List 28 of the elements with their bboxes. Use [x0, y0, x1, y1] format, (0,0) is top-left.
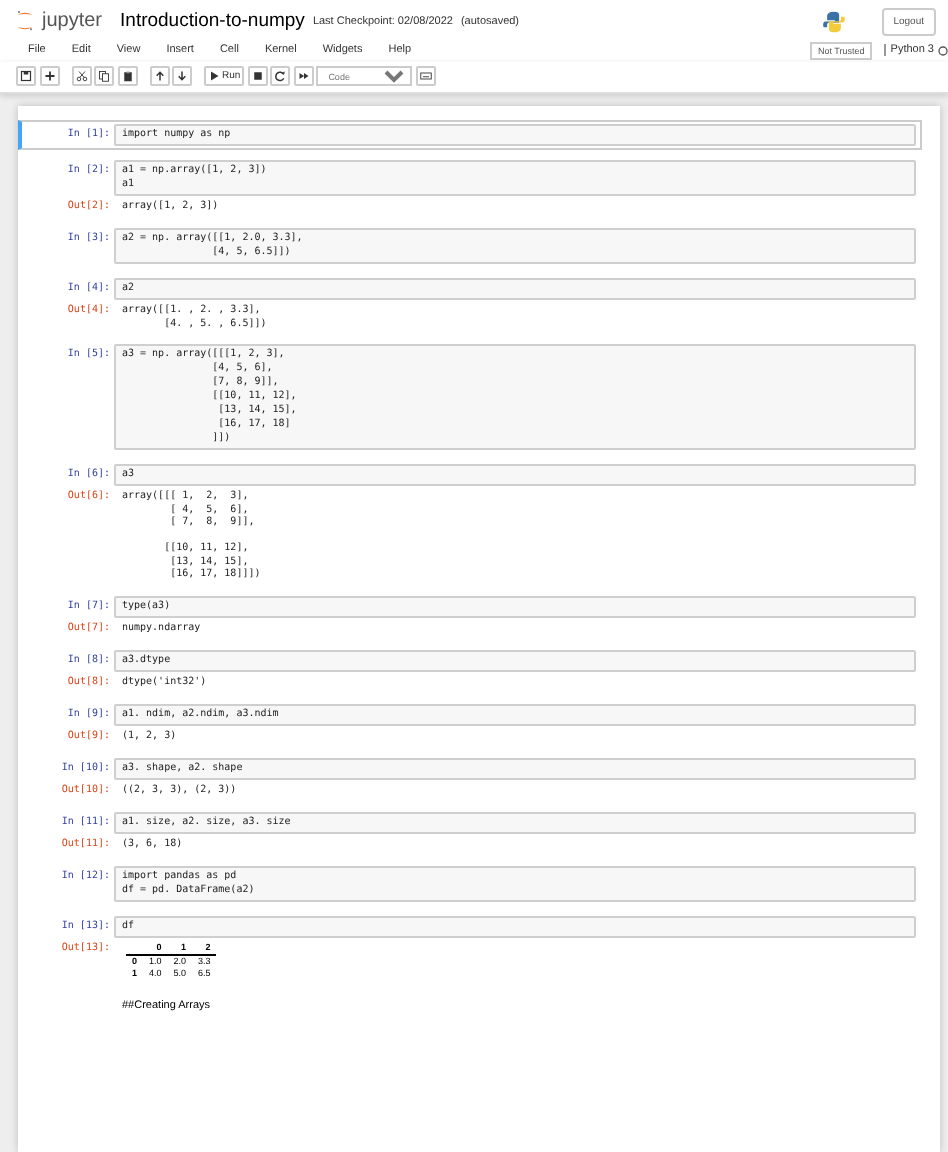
stop-button[interactable] [247, 66, 268, 86]
save-button[interactable] [16, 66, 36, 86]
clipboard-icon [121, 70, 133, 82]
copy-button[interactable] [94, 66, 114, 86]
scissors-icon [75, 70, 87, 82]
command-palette-button[interactable] [415, 66, 436, 86]
jupyter-logo-icon [16, 10, 34, 32]
arrow-down-icon [176, 70, 188, 82]
kernel-status-icon [938, 45, 948, 55]
fast-forward-button[interactable] [293, 66, 314, 86]
plus-icon [43, 70, 55, 82]
paste-button[interactable] [117, 66, 137, 86]
restart-button[interactable] [270, 66, 291, 86]
keyboard-icon [419, 70, 432, 82]
move-down-button[interactable] [172, 66, 192, 86]
copy-icon [98, 70, 110, 82]
play-icon [208, 70, 220, 82]
add-cell-button[interactable] [39, 66, 59, 86]
jupyter-logo-text: jupyter [42, 10, 103, 32]
save-icon [20, 70, 32, 82]
refresh-icon [274, 70, 287, 82]
stop-icon [251, 70, 264, 82]
move-up-button[interactable] [149, 66, 169, 86]
fast-forward-icon [297, 70, 310, 82]
notebook-title[interactable]: Introduction-to-numpy [120, 10, 305, 32]
python-logo-icon [821, 9, 846, 33]
arrow-up-icon [153, 70, 165, 82]
cut-button[interactable] [71, 66, 91, 86]
